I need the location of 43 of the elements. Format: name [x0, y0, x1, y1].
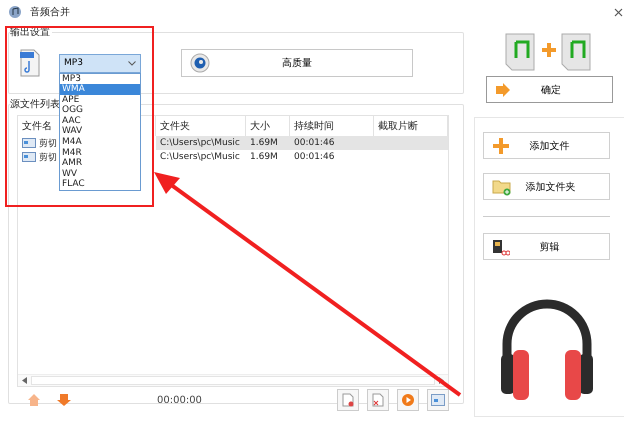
file-icon — [22, 138, 36, 148]
table-cell-text: C:\Users\pc\Music — [159, 137, 241, 150]
plus-icon — [492, 136, 510, 154]
edit-button[interactable]: 剪辑 — [483, 233, 610, 260]
audio-file-icon — [19, 49, 41, 77]
add-file-button[interactable]: 添加文件 — [483, 132, 610, 159]
table-cell-text: 剪切 — [39, 138, 57, 150]
home-icon[interactable] — [27, 393, 41, 407]
confirm-button[interactable]: 确定 — [486, 76, 612, 103]
window-title: 音频合并 — [30, 6, 70, 19]
window-button[interactable] — [427, 389, 449, 411]
remove-file-button[interactable] — [337, 389, 359, 411]
table-cell-text: 1.69M — [249, 151, 279, 164]
folder-add-icon — [492, 178, 512, 196]
format-dropdown[interactable]: MP3 — [59, 54, 141, 72]
delete-file-button[interactable] — [367, 389, 389, 411]
table-cell-text: 00:01:46 — [293, 137, 336, 150]
add-folder-button[interactable]: 添加文件夹 — [483, 173, 610, 200]
horizontal-scrollbar[interactable] — [31, 376, 435, 385]
dropdown-option[interactable]: WMA — [60, 84, 140, 95]
file-x-icon — [372, 393, 384, 407]
scroll-left-icon[interactable] — [22, 377, 27, 384]
table-cell-text: 1.69M — [249, 137, 279, 150]
scroll-right-icon[interactable] — [439, 377, 444, 384]
window-icon — [431, 394, 445, 406]
disc-icon — [190, 53, 210, 73]
file-icon — [22, 152, 36, 162]
app-icon — [8, 5, 22, 19]
table-cell-text: 00:01:46 — [293, 151, 336, 164]
close-icon — [614, 8, 623, 16]
chevron-down-icon — [128, 60, 136, 66]
play-icon — [401, 393, 415, 407]
arrow-right-icon — [494, 82, 510, 96]
group-label: 源文件列表 — [10, 97, 62, 111]
table-cell-text: 剪切 — [39, 152, 57, 164]
play-button[interactable] — [397, 389, 419, 411]
table-row[interactable]: C:\Users\pc\Music 1.69M 00:01:46 — [156, 136, 448, 150]
time-display: 00:00:00 — [157, 394, 202, 406]
table-cell-text: C:\Users\pc\Music — [159, 151, 241, 164]
film-scissors-icon — [492, 238, 510, 256]
arrow-down-icon[interactable] — [57, 393, 71, 407]
file-minus-icon — [342, 393, 354, 407]
quality-button[interactable]: 高质量 — [181, 49, 413, 77]
